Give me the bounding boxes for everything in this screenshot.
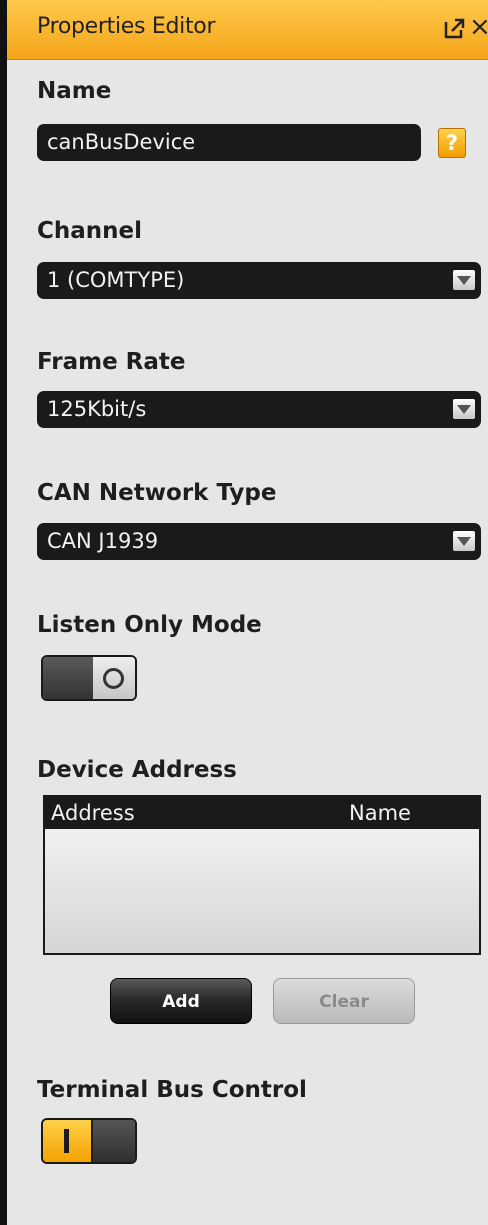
properties-editor-panel: Properties Editor × Name canBusDevice ? … xyxy=(0,0,488,1225)
frame-rate-label: Frame Rate xyxy=(37,349,186,375)
device-address-table[interactable]: Address Name xyxy=(43,795,481,955)
close-icon[interactable]: × xyxy=(469,12,488,42)
can-network-type-label: CAN Network Type xyxy=(37,480,277,506)
channel-select[interactable]: 1 (COMTYPE) xyxy=(37,262,481,299)
off-indicator-icon xyxy=(103,668,124,689)
column-header-name[interactable]: Name xyxy=(349,797,411,829)
name-label: Name xyxy=(37,78,112,104)
channel-label: Channel xyxy=(37,218,143,244)
panel-title: Properties Editor xyxy=(37,14,216,39)
table-header: Address Name xyxy=(45,797,479,829)
frame-rate-select-value: 125Kbit/s xyxy=(47,397,147,421)
can-network-type-select-value: CAN J1939 xyxy=(47,529,159,553)
channel-select-value: 1 (COMTYPE) xyxy=(47,268,185,292)
name-input-value: canBusDevice xyxy=(47,130,196,154)
column-header-address[interactable]: Address xyxy=(51,797,135,829)
help-icon[interactable]: ? xyxy=(438,128,466,158)
chevron-down-icon xyxy=(453,399,475,419)
listen-only-mode-toggle[interactable] xyxy=(41,655,137,701)
chevron-down-icon xyxy=(453,531,475,551)
add-button[interactable]: Add xyxy=(110,978,252,1024)
popout-icon[interactable] xyxy=(443,16,465,40)
toggle-track xyxy=(93,657,135,699)
chevron-down-icon xyxy=(453,270,475,290)
toggle-track xyxy=(43,1120,91,1162)
toggle-knob xyxy=(43,657,93,699)
on-indicator-icon xyxy=(64,1129,69,1153)
terminal-bus-control-toggle[interactable] xyxy=(41,1118,137,1164)
toggle-knob xyxy=(91,1120,135,1162)
clear-button[interactable]: Clear xyxy=(273,978,415,1024)
terminal-bus-control-label: Terminal Bus Control xyxy=(37,1077,307,1103)
name-input[interactable]: canBusDevice xyxy=(37,124,421,161)
frame-rate-select[interactable]: 125Kbit/s xyxy=(37,391,481,428)
panel-titlebar: Properties Editor × xyxy=(7,0,488,60)
can-network-type-select[interactable]: CAN J1939 xyxy=(37,523,481,560)
listen-only-mode-label: Listen Only Mode xyxy=(37,612,262,638)
device-address-label: Device Address xyxy=(37,757,237,783)
